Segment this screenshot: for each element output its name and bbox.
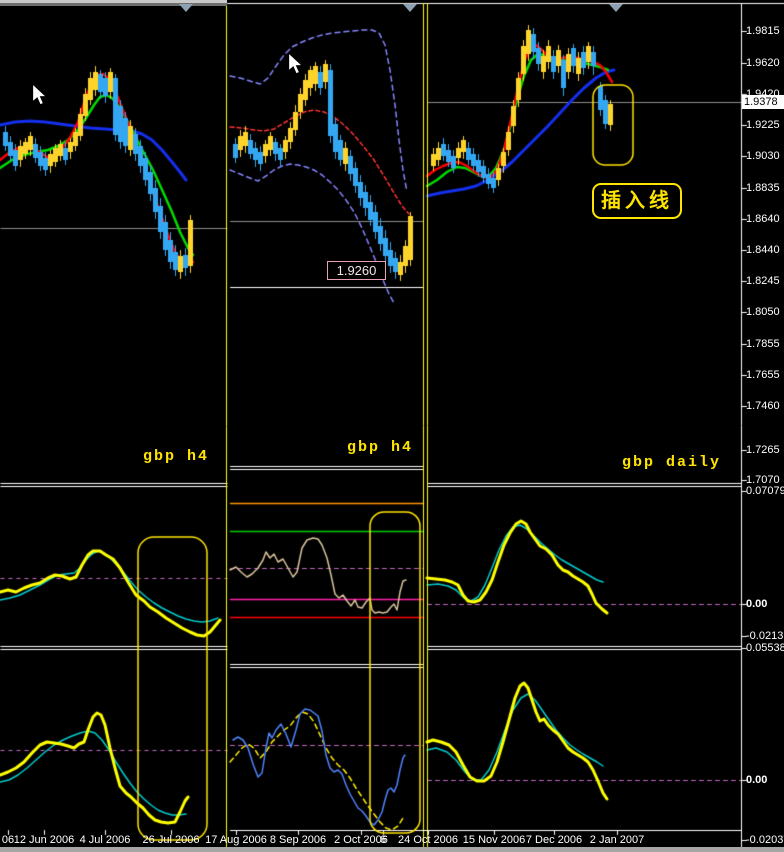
price-axis-label: 1.8050 — [746, 306, 780, 318]
mouse-cursor-icon — [288, 53, 304, 75]
trading-workspace: 1.9815 1.9620 1.9420 1.9225 1.9030 1.8835 1.86… — [0, 0, 784, 852]
price-axis-label: 1.9030 — [746, 150, 780, 162]
date-axis-label: 17 Aug 2006 — [205, 834, 267, 846]
price-axis-label: 0.05538 — [746, 642, 784, 654]
chart-shift-marker-icon — [403, 4, 417, 12]
panel-title: gbp h4 — [347, 439, 414, 456]
date-axis-label: 26 Jul 2006 — [142, 834, 200, 846]
price-axis-label: 1.9225 — [746, 119, 780, 131]
date-axis-label: 2 Jan 2007 — [589, 834, 645, 846]
panel-title: gbp h4 — [143, 448, 210, 465]
date-axis-label: 24 Oct 2006 — [398, 834, 458, 846]
price-axis-label: 1.8440 — [746, 244, 780, 256]
price-axis-label: 1.7265 — [746, 444, 780, 456]
panel-title: gbp daily — [622, 454, 722, 471]
insert-line-label[interactable]: 插入线 — [592, 183, 682, 219]
price-axis-label: 1.7655 — [746, 369, 780, 381]
mouse-cursor-icon — [32, 84, 48, 106]
date-axis-label: 4 Jul 2006 — [79, 834, 131, 846]
date-axis-label: 15 Nov 2006 — [462, 834, 526, 846]
chart-shift-marker-icon — [179, 4, 193, 12]
price-axis-label: -0.02037 — [746, 834, 784, 846]
price-axis-label: 0.00 — [746, 774, 768, 786]
current-price-tag: 1.9378 — [742, 95, 784, 109]
price-axis-label: 1.9620 — [746, 57, 780, 69]
date-axis-label: 12 Jun 2006 — [13, 834, 75, 846]
date-axis-label: 6 — [379, 834, 387, 846]
price-axis-label: 1.7855 — [746, 338, 780, 350]
date-axis-label: 8 Sep 2006 — [269, 834, 327, 846]
price-axis-label: 0.07079 — [746, 485, 784, 497]
price-axis-label: 1.7460 — [746, 400, 780, 412]
window-bottom-edge — [0, 847, 784, 852]
chart-shift-marker-icon — [609, 4, 623, 12]
price-axis-label: 1.8640 — [746, 213, 780, 225]
price-axis-label: 0.00 — [746, 598, 768, 610]
price-axis-label: 1.9815 — [746, 25, 780, 37]
price-axis-label: -0.0213 — [746, 630, 784, 642]
chart-canvas[interactable] — [0, 0, 784, 852]
date-axis-label: 7 Dec 2006 — [525, 834, 583, 846]
chart-price-label[interactable]: 1.9260 — [327, 261, 386, 280]
price-axis-label: 1.8835 — [746, 182, 780, 194]
date-axis-label: 06 — [1, 834, 15, 846]
price-axis-label: 1.8245 — [746, 275, 780, 287]
